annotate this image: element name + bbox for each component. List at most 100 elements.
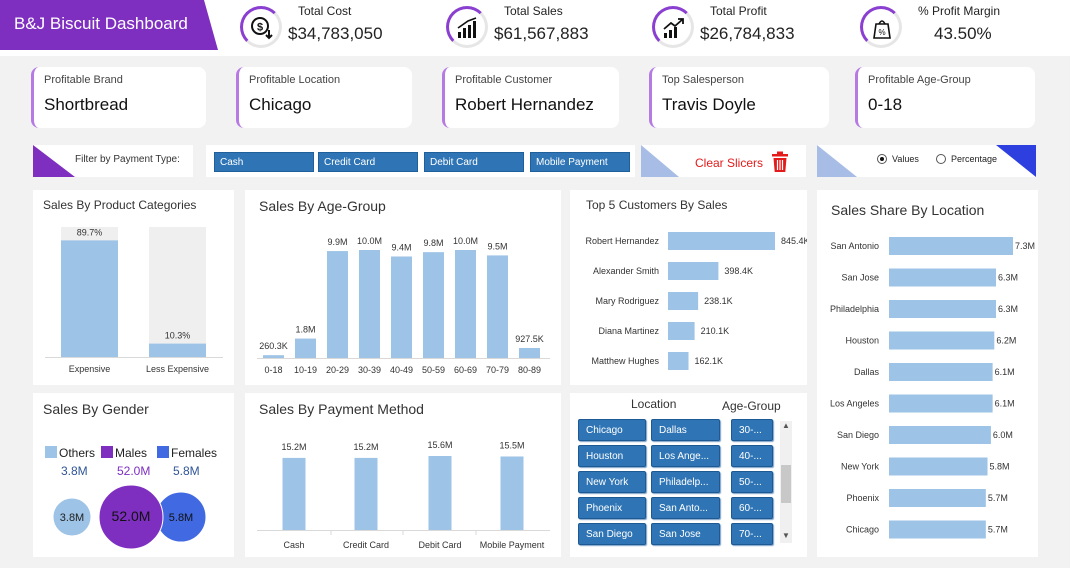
bar [149, 343, 206, 357]
data-label: 15.5M [499, 440, 524, 450]
tick-label: 40-49 [390, 365, 413, 375]
scroll-thumb[interactable] [781, 465, 791, 503]
bar [500, 456, 524, 530]
bar [423, 252, 444, 358]
bar [889, 489, 986, 507]
slicer-location-dallas[interactable]: Dallas [651, 419, 720, 441]
tick-label: Los Angeles [830, 399, 880, 409]
tick-label: Credit Card [343, 540, 389, 550]
decor-triangle [996, 145, 1036, 177]
bar [295, 338, 316, 358]
margin-bag-icon: % [860, 6, 902, 48]
data-label: 15.2M [281, 442, 306, 452]
bar [668, 232, 775, 250]
title-banner: B&J Biscuit Dashboard [0, 0, 218, 50]
data-label: 10.0M [357, 236, 382, 246]
bar [889, 520, 986, 539]
kpi-total-profit: Total Profit $26,784,833 [652, 2, 852, 52]
slicer-cash[interactable]: Cash [214, 152, 314, 172]
slicer-location-chicago[interactable]: Chicago [578, 419, 646, 441]
slicer-location-phoenix[interactable]: Phoenix [578, 497, 646, 519]
kpi-value: $61,567,883 [494, 24, 589, 43]
highlight-value: Shortbread [44, 95, 129, 114]
decor-triangle [641, 145, 679, 177]
bar [889, 394, 993, 413]
kpi-label: Total Sales [504, 4, 563, 18]
values-radio[interactable] [877, 154, 887, 164]
data-label: 6.3M [998, 304, 1018, 314]
dashboard-title: B&J Biscuit Dashboard [14, 14, 188, 33]
scroll-down-icon[interactable]: ▼ [780, 531, 792, 543]
tick-label: 80-89 [518, 365, 541, 375]
categories-chart: 89.7% Expensive 10.3% Less Expensive [45, 227, 223, 374]
bar [428, 456, 452, 530]
tick-label: New York [841, 462, 880, 472]
tick-label: Debit Card [418, 540, 461, 550]
data-label: 6.1M [995, 399, 1015, 409]
decor-triangle [33, 145, 75, 177]
highlight-profitable-location: Profitable Location Chicago [236, 67, 412, 128]
percentage-label: Percentage [951, 154, 998, 164]
slicer-debit-card[interactable]: Debit Card [424, 152, 524, 172]
highlight-label: Profitable Brand [44, 74, 123, 86]
tick-label: Cash [283, 540, 304, 550]
age-slicer-scrollbar[interactable]: ▲ ▼ [780, 421, 792, 543]
bubble-label: 3.8M [60, 512, 84, 524]
slicer-location-los-angeles[interactable]: Los Ange... [651, 445, 720, 467]
bar [889, 331, 995, 350]
data-label: 398.4K [724, 266, 753, 276]
top-customers-chart: Robert Hernandez 845.4K Alexander Smith 398… [585, 232, 807, 370]
highlight-value: Travis Doyle [662, 95, 756, 114]
clear-slicers-button[interactable]: Clear Slicers [641, 145, 806, 177]
tick-label: Robert Hernandez [585, 236, 659, 246]
slicer-location-houston[interactable]: Houston [578, 445, 646, 467]
legend-swatch [101, 446, 113, 458]
slicer-location-san-jose[interactable]: San Jose [651, 523, 720, 545]
slicer-age-60[interactable]: 60-... [731, 497, 773, 519]
tick-label: 30-39 [358, 365, 381, 375]
data-label: 238.1K [704, 296, 733, 306]
legend-swatch [45, 446, 57, 458]
panel-location-share: Sales Share By Location San Antonio 7.3M S… [817, 190, 1038, 557]
slicer-age-30[interactable]: 30-... [731, 419, 773, 441]
highlight-label: Top Salesperson [662, 74, 744, 86]
bubble-label: 5.8M [169, 512, 193, 524]
dollar-down-icon: $ [240, 6, 282, 48]
value-toggle-panel: Values Percentage [817, 145, 1036, 177]
percentage-radio[interactable] [936, 154, 946, 164]
data-label: 1.8M [295, 325, 315, 335]
tick-label: Phoenix [846, 493, 879, 503]
highlight-profitable-customer: Profitable Customer Robert Hernandez [442, 67, 619, 128]
data-label: 9.4M [391, 242, 411, 252]
slicer-location-new-york[interactable]: New York [578, 471, 646, 493]
profit-trend-icon [652, 6, 694, 48]
slicer-age-50[interactable]: 50-... [731, 471, 773, 493]
tick-label: 20-29 [326, 365, 349, 375]
data-label: 9.5M [487, 241, 507, 251]
bar [889, 300, 997, 318]
slicer-location-san-antonio[interactable]: San Anto... [651, 497, 720, 519]
panel-age-group: Sales By Age-Group 260.3K 0-18 1.8M 10-19 9.… [245, 190, 561, 385]
slicer-credit-card[interactable]: Credit Card [318, 152, 418, 172]
slicer-mobile-payment[interactable]: Mobile Payment [530, 152, 630, 172]
payment-slicer: Cash Credit Card Debit Card Mobile Payme… [206, 145, 635, 177]
highlight-label: Profitable Age-Group [868, 74, 971, 86]
data-label: 260.3K [259, 341, 288, 351]
slicer-age-40[interactable]: 40-... [731, 445, 773, 467]
tick-label: 60-69 [454, 365, 477, 375]
tick-label: Less Expensive [146, 364, 209, 374]
bar [889, 237, 1013, 255]
slicer-age-70[interactable]: 70-... [731, 523, 773, 545]
panel-product-categories: Sales By Product Categories 89.7% Expensi… [33, 190, 234, 385]
tick-label: Expensive [69, 364, 111, 374]
kpi-label: Total Profit [710, 4, 767, 18]
gender-chart: Others 3.8M Males 52.0M Females 5.8M 3.8M 5.8M 5… [45, 446, 217, 550]
slicer-location-philadelphia[interactable]: Philadelp... [651, 471, 720, 493]
values-label: Values [892, 154, 919, 164]
scroll-up-icon[interactable]: ▲ [780, 421, 792, 433]
data-label: 10.0M [453, 236, 478, 246]
bar [889, 426, 991, 444]
tick-label: Mary Rodriguez [595, 296, 659, 306]
bar [668, 322, 695, 340]
slicer-location-san-diego[interactable]: San Diego [578, 523, 646, 545]
